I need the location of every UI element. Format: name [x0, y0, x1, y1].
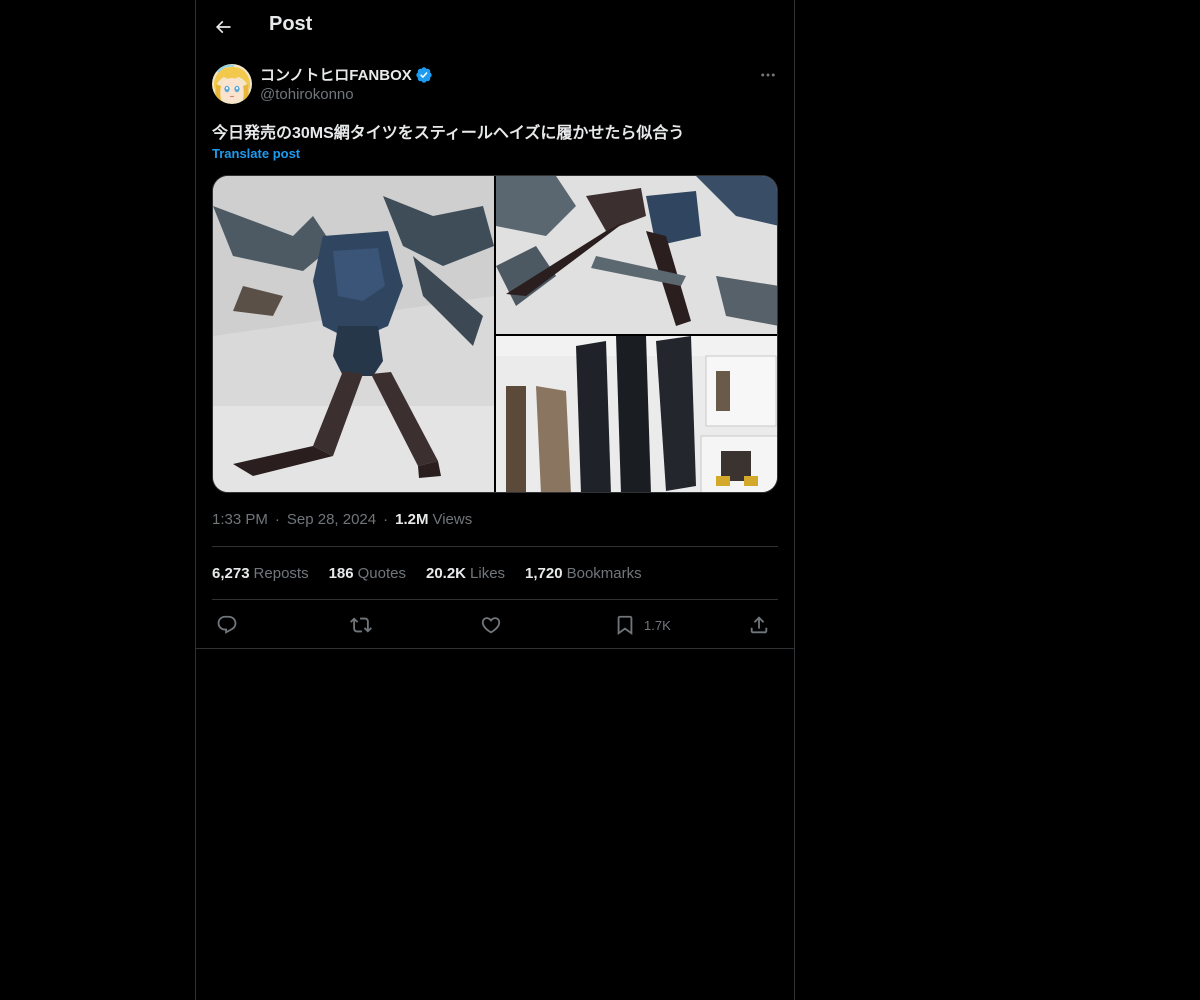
stat-reposts[interactable]: 6,273 Reposts [212, 565, 309, 582]
svg-text:»: » [686, 476, 695, 492]
stat-num: 6,273 [212, 565, 250, 582]
post-text: 今日発売の30MS網タイツをスティールヘイズに履かせたら似合う [212, 125, 685, 142]
repost-icon [350, 617, 372, 633]
media-photo-1[interactable] [213, 176, 494, 492]
meta-separator: · [274, 511, 280, 528]
avatar-image [212, 64, 252, 104]
stat-num: 186 [328, 565, 354, 582]
divider [212, 546, 778, 547]
media-grid: » [212, 175, 778, 493]
stat-bookmarks[interactable]: 1,720 Bookmarks [525, 565, 642, 582]
stat-label: Bookmarks [566, 565, 642, 582]
verified-badge-icon[interactable] [415, 66, 433, 84]
arrow-left-icon [215, 20, 231, 34]
media-photo-2[interactable] [496, 176, 777, 334]
divider [212, 599, 778, 600]
repost-button[interactable] [350, 612, 372, 638]
bookmark-icon [617, 615, 633, 636]
page-header: Post [196, 0, 794, 53]
back-button[interactable] [208, 8, 238, 46]
author-display-name[interactable]: コンノトヒロFANBOX [260, 64, 412, 85]
avatar[interactable] [212, 64, 252, 104]
stat-quotes[interactable]: 186 Quotes [329, 565, 406, 582]
post-meta: 1:33 PM · Sep 28, 2024 · 1.2M Views [212, 511, 472, 528]
meta-separator: · [383, 511, 389, 528]
views-label: Views [432, 511, 473, 528]
post-date[interactable]: Sep 28, 2024 [287, 511, 376, 528]
more-horizontal-icon [761, 73, 775, 77]
more-options-button[interactable] [757, 64, 779, 86]
stat-label: Reposts [253, 565, 309, 582]
stat-label: Quotes [357, 565, 406, 582]
bookmark-button[interactable]: 1.7K [614, 612, 671, 638]
stat-likes[interactable]: 20.2K Likes [426, 565, 505, 582]
author-handle[interactable]: @tohirokonno [260, 86, 354, 103]
author-name-row: コンノトヒロFANBOX [260, 64, 433, 85]
page-title: Post [269, 13, 313, 35]
post-time[interactable]: 1:33 PM [212, 511, 268, 528]
like-button[interactable] [480, 612, 502, 638]
share-icon [750, 616, 768, 634]
bookmark-count: 1.7K [644, 617, 671, 633]
reply-icon [217, 615, 237, 634]
views-count: 1.2M [395, 511, 429, 528]
post-bottom-border [196, 648, 794, 649]
translate-post-link[interactable]: Translate post [212, 146, 300, 161]
stat-label: Likes [470, 565, 506, 582]
media-photo-3[interactable]: » [496, 336, 777, 492]
share-button[interactable] [748, 612, 770, 638]
heart-icon [481, 617, 501, 634]
stat-num: 20.2K [425, 565, 467, 582]
main-column: Post コンノトヒロFANBOX @tohirokonno 今日発売の30MS… [195, 0, 795, 1000]
reply-button[interactable] [216, 612, 238, 638]
stat-num: 1,720 [525, 565, 563, 582]
post-actions: 1.7K [212, 612, 778, 638]
engagement-stats: 6,273 Reposts 186 Quotes 20.2K Likes 1,720 B… [212, 565, 662, 582]
